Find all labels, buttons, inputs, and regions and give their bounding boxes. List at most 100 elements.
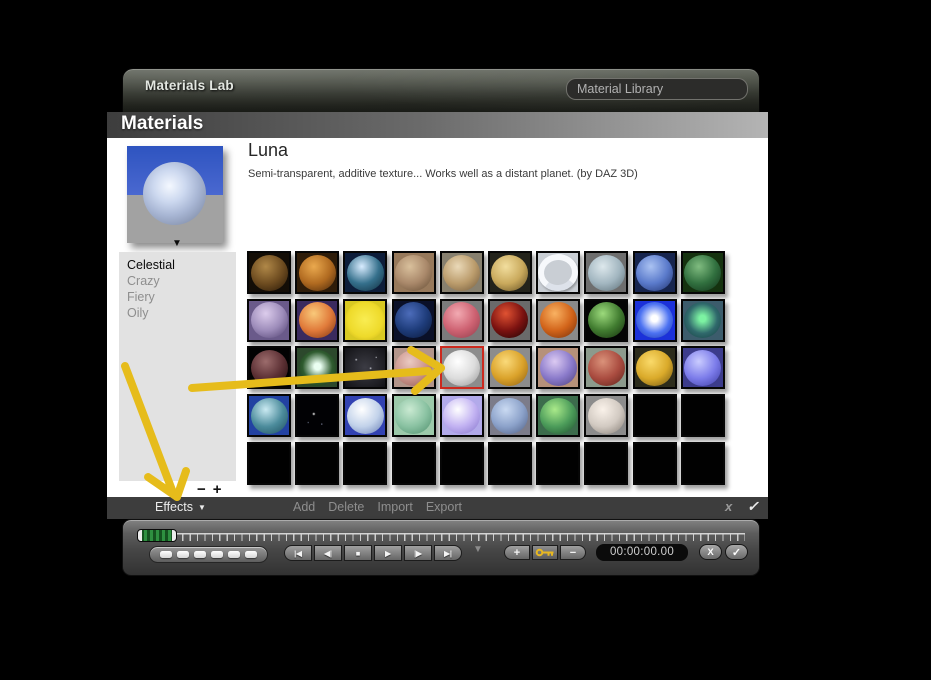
material-cell[interactable] bbox=[632, 298, 677, 342]
effects-dropdown[interactable]: Effects ▼ bbox=[155, 500, 206, 514]
nudge-button[interactable] bbox=[228, 551, 240, 558]
material-cell-empty[interactable] bbox=[439, 441, 484, 485]
material-sphere bbox=[298, 254, 336, 291]
material-cell[interactable] bbox=[295, 251, 340, 294]
material-cell[interactable] bbox=[680, 346, 725, 390]
material-cell[interactable] bbox=[487, 346, 532, 390]
grow-thumbs-button[interactable]: + bbox=[213, 481, 222, 498]
play-button[interactable]: ▶ bbox=[374, 545, 402, 561]
material-cell[interactable] bbox=[343, 394, 388, 438]
material-cell[interactable] bbox=[536, 251, 581, 294]
material-cell-empty[interactable] bbox=[680, 394, 725, 438]
material-sphere bbox=[491, 302, 529, 339]
timeline-scrubber[interactable] bbox=[137, 529, 177, 542]
skip-start-button[interactable]: |◀ bbox=[284, 545, 312, 561]
material-cell-empty[interactable] bbox=[632, 394, 677, 438]
timeline-options-icon[interactable]: ▼ bbox=[473, 544, 483, 555]
preview-moon-sphere bbox=[143, 162, 206, 225]
chevron-down-icon: ▼ bbox=[197, 503, 206, 512]
material-sphere bbox=[587, 397, 625, 434]
material-cell[interactable] bbox=[584, 298, 629, 342]
material-sphere bbox=[539, 349, 577, 386]
remove-keyframe-button[interactable]: − bbox=[560, 545, 586, 560]
preview-frames-buttons bbox=[149, 546, 268, 563]
timeline-cancel-button[interactable]: X bbox=[699, 544, 722, 560]
material-cell[interactable] bbox=[584, 394, 629, 438]
confirm-icon[interactable]: ✓ bbox=[747, 498, 759, 515]
nudge-button[interactable] bbox=[245, 551, 257, 558]
import-button[interactable]: Import bbox=[377, 500, 412, 514]
material-cell[interactable] bbox=[632, 346, 677, 390]
stop-button[interactable]: ■ bbox=[344, 545, 372, 561]
material-cell-empty[interactable] bbox=[247, 441, 291, 485]
skip-end-button[interactable]: ▶| bbox=[434, 545, 462, 561]
material-sphere bbox=[346, 254, 384, 291]
window-title: Materials Lab bbox=[145, 78, 234, 93]
nudge-button[interactable] bbox=[177, 551, 189, 558]
timeline-confirm-button[interactable]: ✓ bbox=[725, 544, 748, 560]
shrink-thumbs-button[interactable]: − bbox=[197, 481, 206, 498]
material-cell[interactable] bbox=[247, 346, 291, 390]
category-item-crazy[interactable]: Crazy bbox=[119, 273, 236, 289]
material-cell[interactable] bbox=[343, 298, 388, 342]
category-item-fiery[interactable]: Fiery bbox=[119, 289, 236, 305]
material-cell-empty[interactable] bbox=[536, 441, 581, 485]
material-cell[interactable] bbox=[439, 298, 484, 342]
effects-label: Effects bbox=[155, 500, 193, 514]
material-cell-empty[interactable] bbox=[391, 441, 436, 485]
material-cell[interactable] bbox=[680, 298, 725, 342]
nudge-button[interactable] bbox=[211, 551, 223, 558]
step-forward-button[interactable]: |▶ bbox=[404, 545, 432, 561]
material-sphere bbox=[443, 349, 481, 386]
material-cell[interactable] bbox=[536, 394, 581, 438]
material-cell[interactable] bbox=[247, 251, 291, 294]
material-cell[interactable] bbox=[439, 394, 484, 438]
delete-button[interactable]: Delete bbox=[328, 500, 364, 514]
material-preview[interactable] bbox=[127, 146, 223, 243]
export-button[interactable]: Export bbox=[426, 500, 462, 514]
add-button[interactable]: Add bbox=[293, 500, 315, 514]
material-library-field[interactable]: Material Library bbox=[566, 78, 748, 100]
material-cell[interactable] bbox=[487, 298, 532, 342]
step-back-button[interactable]: ◀| bbox=[314, 545, 342, 561]
material-cell[interactable] bbox=[343, 346, 388, 390]
material-cell[interactable] bbox=[584, 251, 629, 294]
nudge-button[interactable] bbox=[194, 551, 206, 558]
timeline-ruler[interactable] bbox=[139, 533, 745, 541]
material-cell[interactable] bbox=[680, 251, 725, 294]
nudge-button[interactable] bbox=[160, 551, 172, 558]
material-cell[interactable] bbox=[584, 346, 629, 390]
material-cell[interactable] bbox=[295, 394, 340, 438]
material-cell-empty[interactable] bbox=[584, 441, 629, 485]
material-cell-empty[interactable] bbox=[343, 441, 388, 485]
preview-dropdown-icon[interactable]: ▼ bbox=[172, 238, 182, 249]
material-cell[interactable] bbox=[391, 298, 436, 342]
add-keyframe-button[interactable]: + bbox=[504, 545, 530, 560]
category-item-oily[interactable]: Oily bbox=[119, 305, 236, 321]
material-cell[interactable] bbox=[295, 346, 340, 390]
material-sphere bbox=[587, 254, 625, 291]
material-cell[interactable] bbox=[439, 251, 484, 294]
material-cell[interactable] bbox=[247, 298, 291, 342]
material-cell[interactable] bbox=[487, 394, 532, 438]
material-cell[interactable] bbox=[536, 298, 581, 342]
material-cell[interactable] bbox=[247, 394, 291, 438]
material-cell-empty[interactable] bbox=[680, 441, 725, 485]
material-cell[interactable] bbox=[343, 251, 388, 294]
material-cell[interactable] bbox=[391, 251, 436, 294]
material-cell-empty[interactable] bbox=[632, 441, 677, 485]
material-cell-empty[interactable] bbox=[295, 441, 340, 485]
material-sphere bbox=[250, 254, 288, 291]
key-icon[interactable] bbox=[532, 545, 558, 560]
material-sphere bbox=[298, 302, 336, 339]
material-cell[interactable] bbox=[632, 251, 677, 294]
cancel-icon[interactable]: x bbox=[725, 499, 732, 514]
material-cell[interactable] bbox=[391, 346, 436, 390]
material-cell[interactable] bbox=[536, 346, 581, 390]
material-cell-selected[interactable] bbox=[439, 346, 484, 390]
material-cell[interactable] bbox=[295, 298, 340, 342]
material-cell[interactable] bbox=[487, 251, 532, 294]
material-cell-empty[interactable] bbox=[487, 441, 532, 485]
category-item-celestial[interactable]: Celestial bbox=[119, 257, 236, 273]
material-cell[interactable] bbox=[391, 394, 436, 438]
